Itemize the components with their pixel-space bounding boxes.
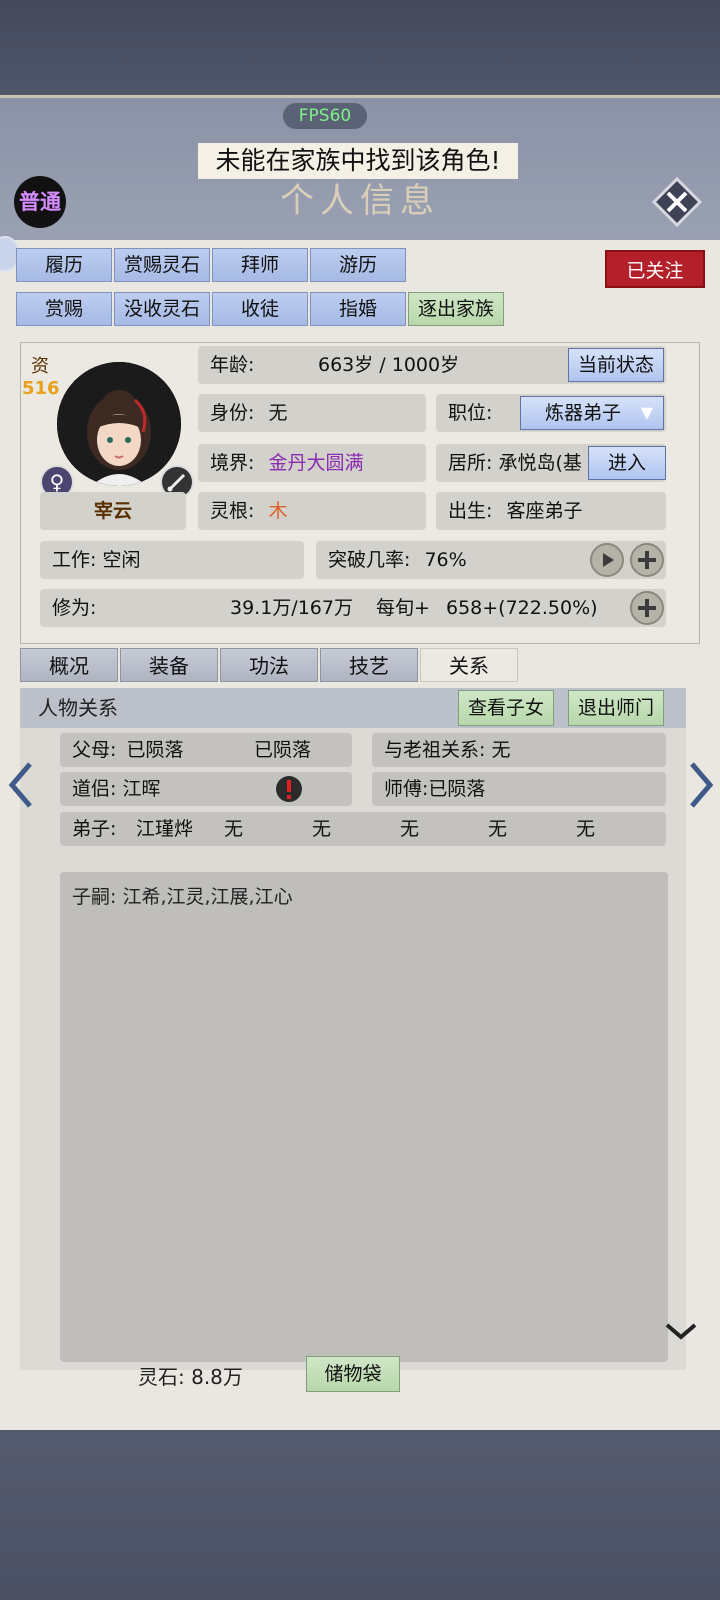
followed-button[interactable]: 已关注: [605, 250, 705, 288]
tab-techniques[interactable]: 功法: [220, 648, 318, 682]
alert-button[interactable]: [274, 774, 304, 804]
breakthrough-value: 76%: [424, 549, 467, 571]
prev-arrow-button[interactable]: [6, 760, 36, 810]
travel-button[interactable]: 游历: [310, 248, 406, 282]
accept-disciple-button[interactable]: 收徒: [212, 292, 308, 326]
heirs-list: 江希,江灵,江展,江心: [122, 886, 293, 908]
spirit-root-value: 木: [268, 500, 288, 522]
birth-row: 出生: 客座弟子: [436, 492, 666, 530]
tab-equipment[interactable]: 装备: [120, 648, 218, 682]
play-icon: [603, 553, 614, 567]
disciple-5: 无: [488, 818, 508, 840]
parent-1: 已陨落: [126, 739, 184, 761]
cultivation-row: 修为: 39.1万/167万 每旬+ 658+(722.50%): [40, 589, 666, 627]
plus-icon: [638, 551, 656, 569]
fps-counter: FPS60: [283, 103, 367, 129]
bottom-band: [0, 1430, 720, 1600]
close-button[interactable]: [651, 176, 703, 228]
play-button[interactable]: [590, 543, 624, 577]
per-round-label: 每旬+: [376, 597, 430, 619]
parents-row: 父母: 已陨落 已陨落: [60, 733, 352, 767]
apprentice-button[interactable]: 拜师: [212, 248, 308, 282]
disciple-2: 无: [224, 818, 244, 840]
scroll-down-button[interactable]: [664, 1320, 698, 1342]
cultivation-value: 39.1万/167万: [230, 597, 353, 619]
identity-row: 身份: 无: [198, 394, 426, 432]
breakthrough-label: 突破几率:: [328, 549, 411, 571]
disciple-6: 无: [576, 818, 596, 840]
add-cultivation-button[interactable]: [630, 591, 664, 625]
residence-label: 居所:: [448, 452, 493, 474]
add-breakthrough-button[interactable]: [630, 543, 664, 577]
ancestor-relation: 与老祖关系: 无: [372, 733, 666, 767]
rank-badge[interactable]: 普通: [14, 176, 66, 228]
residence-value: 承悦岛(基: [498, 452, 582, 474]
realm-value: 金丹大圆满: [268, 452, 364, 474]
aptitude-title: 资: [31, 356, 49, 377]
chevron-left-icon: [8, 762, 32, 808]
birth-label: 出生:: [448, 500, 493, 522]
next-arrow-button[interactable]: [686, 760, 716, 810]
age-label: 年龄:: [210, 354, 255, 376]
work-label: 工作:: [52, 549, 97, 571]
tab-skills[interactable]: 技艺: [320, 648, 418, 682]
disciple-1[interactable]: 江瑾烨: [136, 812, 193, 846]
aptitude-label: 资 516: [22, 356, 60, 400]
disciples-label: 弟子:: [72, 818, 117, 840]
spirit-stones: 灵石: 8.8万: [138, 1365, 243, 1389]
work-row: 工作: 空闲: [40, 541, 304, 579]
enter-button[interactable]: 进入: [588, 446, 666, 480]
aptitude-value: 516: [22, 378, 60, 399]
disciple-4: 无: [400, 818, 420, 840]
identity-label: 身份:: [210, 402, 255, 424]
arrange-marriage-button[interactable]: 指婚: [310, 292, 406, 326]
close-icon: [651, 176, 703, 228]
position-label: 职位:: [448, 402, 493, 424]
partner-row: 道侣: 江晖: [60, 772, 352, 806]
chevron-down-icon: ▼: [640, 403, 653, 422]
confiscate-stones-button[interactable]: 没收灵石: [114, 292, 210, 326]
position-select[interactable]: 炼器弟子 ▼: [520, 396, 664, 430]
page-title: 个人信息: [280, 181, 440, 221]
heirs-box: 子嗣: 江希,江灵,江展,江心: [60, 872, 668, 1362]
partner-name[interactable]: 江晖: [122, 778, 160, 800]
reward-button[interactable]: 赏赐: [16, 292, 112, 326]
reward-stones-button[interactable]: 赏赐灵石: [114, 248, 210, 282]
heirs-label: 子嗣:: [72, 886, 117, 908]
birth-value: 客座弟子: [506, 500, 583, 522]
character-name: 宰云: [40, 492, 186, 530]
expel-button[interactable]: 逐出家族: [408, 292, 504, 326]
resume-button[interactable]: 履历: [16, 248, 112, 282]
leave-master-button[interactable]: 退出师门: [568, 690, 664, 726]
storage-bag-button[interactable]: 储物袋: [306, 1356, 400, 1392]
cultivation-label: 修为:: [52, 597, 97, 619]
tab-relations[interactable]: 关系: [420, 648, 518, 682]
top-band: [0, 0, 720, 95]
parents-label: 父母:: [72, 739, 117, 761]
realm-row: 境界: 金丹大圆满: [198, 444, 426, 482]
identity-value: 无: [268, 402, 288, 424]
disciples-row: 弟子: 江瑾烨 无 无 无 无 无: [60, 812, 666, 846]
plus-icon: [638, 599, 656, 617]
disciple-3: 无: [312, 818, 332, 840]
view-children-button[interactable]: 查看子女: [458, 690, 554, 726]
age-value: 663岁 / 1000岁: [318, 354, 460, 376]
work-value: 空闲: [102, 549, 141, 571]
parent-2: 已陨落: [254, 739, 312, 761]
spirit-root-label: 灵根:: [210, 500, 255, 522]
master-info: 师傅:已陨落: [372, 772, 666, 806]
chevron-down-icon: [665, 1323, 697, 1340]
partner-label: 道侣:: [72, 778, 117, 800]
current-status-button[interactable]: 当前状态: [568, 348, 664, 382]
position-value: 炼器弟子: [545, 402, 622, 424]
relations-title: 人物关系: [38, 696, 118, 720]
alert-icon: [276, 776, 302, 802]
spirit-root-row: 灵根: 木: [198, 492, 426, 530]
chevron-right-icon: [690, 762, 714, 808]
tab-overview[interactable]: 概况: [20, 648, 118, 682]
per-round-value: 658+(722.50%): [446, 597, 598, 619]
realm-label: 境界:: [210, 452, 255, 474]
toast-message: 未能在家族中找到该角色!: [198, 143, 518, 179]
